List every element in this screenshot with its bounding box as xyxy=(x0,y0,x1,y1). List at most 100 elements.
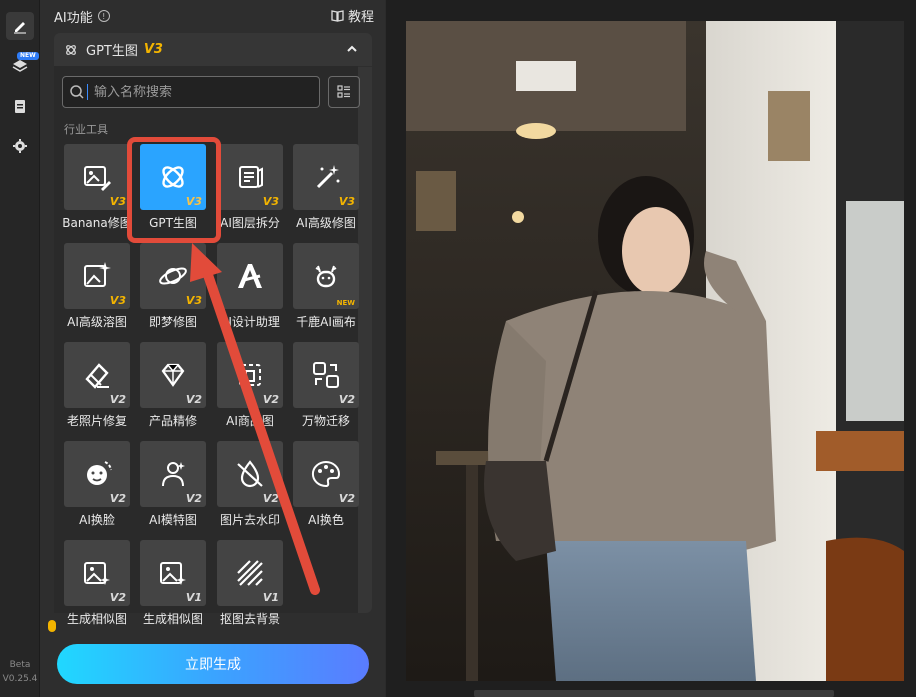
tool-tile[interactable]: V1 xyxy=(217,540,283,606)
tutorial-link[interactable]: 教程 xyxy=(331,6,374,25)
tool-item[interactable]: V3 AI图层拆分 xyxy=(215,144,285,234)
tool-tile[interactable]: V1 xyxy=(140,540,206,606)
image-sparkle-icon xyxy=(84,262,111,287)
tool-label: 生成相似图 xyxy=(142,612,203,626)
search-icon xyxy=(70,85,84,99)
tool-label: 图片去水印 xyxy=(219,513,280,527)
version-badge: V1 xyxy=(185,591,202,604)
tool-tile[interactable]: V2 xyxy=(140,441,206,507)
version-label: V0.25.4 xyxy=(2,674,38,684)
tool-tile[interactable]: V2 xyxy=(140,342,206,408)
watermark-remove-icon xyxy=(237,460,263,488)
tool-tile[interactable]: V2 xyxy=(293,342,359,408)
tool-tile[interactable]: V3 xyxy=(64,243,130,309)
magic-wand-icon xyxy=(316,165,340,189)
version-badge: V2 xyxy=(262,492,279,505)
tool-item[interactable]: V2 生成相似图 xyxy=(62,540,132,630)
tool-label: 老照片修复 xyxy=(66,414,127,428)
tool-label: AI高级溶图 xyxy=(67,315,127,329)
gear-icon xyxy=(13,139,27,153)
face-swap-icon xyxy=(87,461,112,485)
tool-label: 即梦修图 xyxy=(148,315,197,329)
tool-label: AI模特图 xyxy=(149,513,197,527)
tool-tile[interactable]: V3 xyxy=(64,144,130,210)
version-badge: V2 xyxy=(109,591,126,604)
beta-label: Beta xyxy=(9,660,31,670)
tool-tile[interactable]: V2 xyxy=(64,441,130,507)
tool-label: AI图层拆分 xyxy=(220,216,280,230)
view-toggle-button[interactable] xyxy=(328,76,360,108)
search-input[interactable] xyxy=(94,84,314,100)
eraser-icon xyxy=(85,363,109,389)
tool-item[interactable]: V2 图片去水印 xyxy=(215,441,285,531)
list-view-icon xyxy=(337,85,350,98)
ai-assistant-icon xyxy=(238,264,262,288)
tool-item[interactable]: V2 万物迁移 xyxy=(291,342,361,432)
similar-image-icon xyxy=(160,562,186,585)
clipboard-icon xyxy=(15,100,25,113)
version-badge: V2 xyxy=(185,492,202,505)
clipboard-button[interactable] xyxy=(6,92,34,120)
tool-tile[interactable]: V3 xyxy=(217,144,283,210)
image-edit-icon xyxy=(84,166,111,191)
new-badge: NEW xyxy=(17,52,39,60)
tool-item[interactable]: NEW 千鹿AI画布 xyxy=(291,243,361,333)
tool-tile[interactable]: V2 xyxy=(217,441,283,507)
tool-label: Banana修图 xyxy=(62,216,132,230)
section-header[interactable]: GPT生图 V3 xyxy=(54,33,372,67)
selection-highlight xyxy=(127,137,221,243)
transfer-icon xyxy=(313,362,339,388)
photo-image[interactable] xyxy=(406,21,904,681)
version-badge: NEW xyxy=(336,299,355,307)
version-badge: V1 xyxy=(262,591,279,604)
tool-label: 生成相似图 xyxy=(66,612,127,626)
gpt-logo-icon xyxy=(66,44,76,55)
generate-button[interactable]: 立即生成 xyxy=(57,644,369,684)
chevron-up-icon[interactable] xyxy=(346,43,358,55)
info-icon[interactable]: ! xyxy=(97,10,110,22)
tool-label: 抠图去背景 xyxy=(219,612,280,626)
product-icon xyxy=(239,364,261,386)
tool-item[interactable]: V2 AI模特图 xyxy=(138,441,208,531)
tool-tile[interactable]: V3 xyxy=(293,144,359,210)
search-box[interactable] xyxy=(62,76,320,108)
tool-tile[interactable]: V2 xyxy=(293,441,359,507)
panel-header: AI功能 ! 教程 xyxy=(54,6,374,26)
tool-item[interactable]: V2 AI换色 xyxy=(291,441,361,531)
pencil-icon xyxy=(14,22,26,34)
settings-button[interactable] xyxy=(6,132,34,160)
layers-icon xyxy=(12,60,28,72)
tool-label: 万物迁移 xyxy=(301,414,350,428)
tool-tile[interactable]: V3 xyxy=(140,243,206,309)
version-badge: V3 xyxy=(109,195,126,208)
canvas-toolbar xyxy=(474,690,834,697)
tool-tile[interactable]: V2 xyxy=(64,540,130,606)
version-badge: V2 xyxy=(109,393,126,406)
tool-item[interactable]: V1 抠图去背景 xyxy=(215,540,285,630)
tool-item[interactable]: V3 即梦修图 xyxy=(138,243,208,333)
tool-item[interactable]: AI设计助理 xyxy=(215,243,285,333)
tool-item[interactable]: V2 老照片修复 xyxy=(62,342,132,432)
tool-item[interactable]: V2 AI换脸 xyxy=(62,441,132,531)
tool-tile[interactable]: V2 xyxy=(64,342,130,408)
tool-label: 产品精修 xyxy=(148,414,197,428)
text-caret xyxy=(87,84,88,100)
left-rail: NEW Beta V0.25.4 xyxy=(0,0,40,697)
tool-tile[interactable] xyxy=(217,243,283,309)
version-badge: V2 xyxy=(338,492,355,505)
planet-icon xyxy=(159,267,187,285)
tool-item[interactable]: V2 产品精修 xyxy=(138,342,208,432)
tool-label: 千鹿AI画布 xyxy=(296,315,356,329)
tool-item[interactable]: V3 AI高级溶图 xyxy=(62,243,132,333)
tool-tile[interactable]: NEW xyxy=(293,243,359,309)
tool-item[interactable]: V2 AI商品图 xyxy=(215,342,285,432)
edit-tool-button[interactable] xyxy=(6,12,34,40)
tool-item[interactable]: V3 Banana修图 xyxy=(62,144,132,234)
canvas-area xyxy=(386,0,916,697)
tool-item[interactable]: V1 生成相似图 xyxy=(138,540,208,630)
tool-label: AI换脸 xyxy=(79,513,115,527)
version-badge: V2 xyxy=(109,492,126,505)
tool-label: AI高级修图 xyxy=(296,216,356,230)
tool-item[interactable]: V3 AI高级修图 xyxy=(291,144,361,234)
tool-tile[interactable]: V2 xyxy=(217,342,283,408)
